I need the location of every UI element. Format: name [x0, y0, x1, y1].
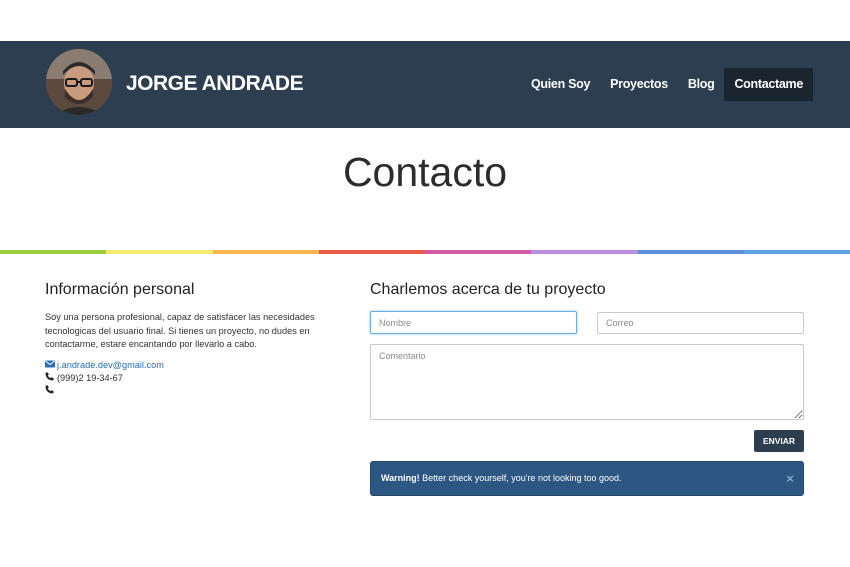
rainbow-segment — [212, 250, 319, 254]
rainbow-segment — [531, 250, 638, 254]
rainbow-divider — [0, 250, 850, 254]
phone-icon — [45, 372, 55, 385]
rainbow-segment — [0, 250, 107, 254]
phone-number: (999)2 19-34-67 — [57, 373, 123, 383]
phone-line: (999)2 19-34-67 — [45, 372, 123, 385]
name-input[interactable] — [370, 311, 577, 334]
phone-line-2 — [45, 385, 57, 398]
rainbow-segment — [318, 250, 425, 254]
avatar[interactable] — [46, 49, 112, 115]
avatar-photo — [46, 49, 112, 115]
nav-proyectos[interactable]: Proyectos — [600, 68, 678, 101]
email-line: j.andrade.dev@gmail.com — [45, 359, 164, 372]
email-link[interactable]: j.andrade.dev@gmail.com — [57, 360, 164, 370]
info-heading: Información personal — [45, 281, 195, 298]
warning-alert: Warning! Better check yourself, you're n… — [370, 461, 804, 496]
page-title: Contacto — [342, 149, 508, 195]
nav-blog[interactable]: Blog — [678, 68, 725, 101]
close-icon[interactable]: × — [786, 462, 794, 495]
rainbow-segment — [637, 250, 744, 254]
info-paragraph: Soy una persona profesional, capaz de sa… — [45, 312, 315, 349]
nav-contactame[interactable]: Contactame — [724, 68, 813, 101]
alert-message: Better check yourself, you're not lookin… — [419, 473, 622, 483]
brand-name[interactable]: JORGE ANDRADE — [126, 71, 304, 97]
rainbow-segment — [425, 250, 532, 254]
envelope-icon — [45, 359, 55, 372]
phone-icon — [45, 385, 55, 398]
comment-textarea[interactable] — [370, 344, 804, 420]
main-nav: Quien Soy Proyectos Blog Contactame — [521, 68, 813, 101]
form-heading: Charlemos acerca de tu proyecto — [370, 281, 606, 298]
email-input[interactable] — [597, 312, 804, 334]
send-button[interactable]: ENVIAR — [754, 430, 804, 452]
rainbow-segment — [106, 250, 213, 254]
rainbow-segment — [743, 250, 850, 254]
navbar: JORGE ANDRADE Quien Soy Proyectos Blog C… — [0, 41, 850, 128]
alert-strong: Warning! — [381, 473, 420, 483]
nav-quien-soy[interactable]: Quien Soy — [521, 68, 600, 101]
